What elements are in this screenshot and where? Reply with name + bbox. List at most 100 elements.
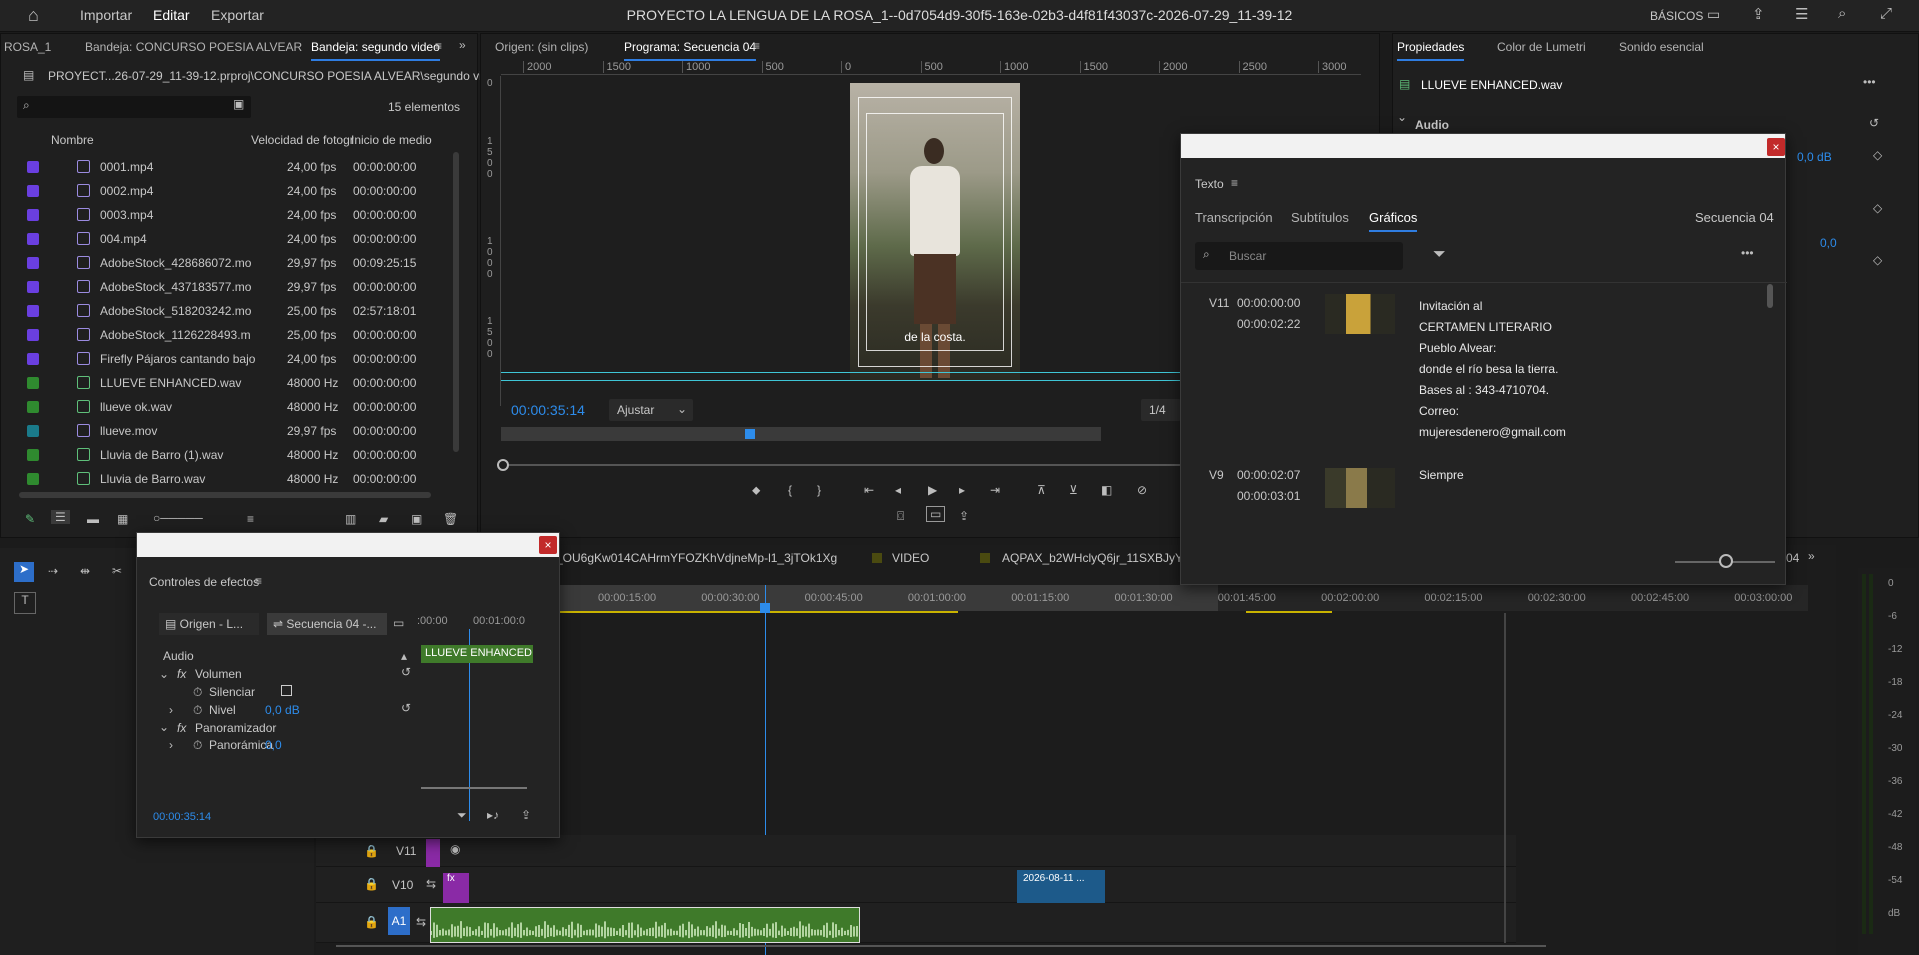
- playhead-timecode[interactable]: 00:00:35:14: [511, 402, 585, 418]
- props-db-value[interactable]: 0,0 dB: [1797, 150, 1832, 164]
- entry-thumbnail[interactable]: [1325, 294, 1395, 334]
- lock-icon[interactable]: 🔒: [364, 844, 379, 858]
- entry-thumbnail[interactable]: [1325, 468, 1395, 508]
- selection-tool-icon[interactable]: ➤: [14, 562, 34, 582]
- sync-icon[interactable]: ⇆: [426, 877, 436, 891]
- track-v10[interactable]: 🔒 V10 ⇆ ◉ fx 2026-08-11 ...: [316, 867, 1516, 904]
- stopwatch-icon[interactable]: ⏱: [193, 703, 202, 718]
- entry-text[interactable]: Siempre: [1419, 468, 1464, 482]
- camera-icon[interactable]: ⌼: [897, 509, 904, 524]
- sort-icon[interactable]: ≡: [247, 512, 254, 526]
- window-titlebar[interactable]: [137, 533, 559, 557]
- audio-clip[interactable]: [430, 907, 860, 943]
- label-swatch[interactable]: [27, 233, 39, 245]
- fit-select[interactable]: Ajustar ⌄: [609, 399, 693, 421]
- scrollbar[interactable]: [453, 152, 459, 452]
- extract-icon[interactable]: ⊻: [1069, 483, 1078, 497]
- tab-bin-concurso[interactable]: Bandeja: CONCURSO POESIA ALVEAR: [85, 40, 302, 54]
- panel-icon[interactable]: ▭: [1707, 6, 1720, 23]
- timeline-vscroll[interactable]: [1504, 613, 1506, 943]
- vr-icon[interactable]: ⊘: [1137, 483, 1147, 497]
- razor-icon[interactable]: ✂: [112, 564, 122, 578]
- list-item[interactable]: llueve.mov 29,97 fps 00:00:00:00: [17, 419, 457, 443]
- source-selector[interactable]: ▤ Origen - L...: [159, 613, 259, 635]
- tab-properties[interactable]: Propiedades: [1397, 40, 1465, 61]
- zoom-slider-icon[interactable]: ○─────: [153, 511, 203, 525]
- list-item[interactable]: AdobeStock_518203242.mo 25,00 fps 02:57:…: [17, 299, 457, 323]
- keyframe-icon[interactable]: ◇: [1873, 148, 1882, 162]
- marker-icon[interactable]: ⬥: [752, 483, 760, 498]
- project-search-input[interactable]: ⌕: [17, 96, 251, 118]
- col-name[interactable]: Nombre: [51, 133, 94, 147]
- text-scrollbar[interactable]: [1767, 284, 1773, 308]
- pencil-icon[interactable]: ✎: [25, 512, 35, 526]
- hscrollbar[interactable]: [19, 492, 431, 498]
- step-forward-icon[interactable]: ▸: [959, 483, 965, 497]
- resolution-select[interactable]: 1/4: [1141, 399, 1181, 421]
- list-view-icon[interactable]: ☰: [51, 510, 70, 524]
- label-swatch[interactable]: [27, 449, 39, 461]
- lift-icon[interactable]: ⊼: [1037, 483, 1046, 497]
- lock-icon[interactable]: 🔒: [364, 915, 379, 929]
- close-icon[interactable]: ×: [1767, 138, 1785, 156]
- text-search-input[interactable]: ⌕ Buscar: [1195, 242, 1403, 270]
- list-item[interactable]: 004.mp4 24,00 fps 00:00:00:00: [17, 227, 457, 251]
- go-to-out-icon[interactable]: ⇥: [990, 483, 1000, 497]
- filter-icon[interactable]: ⏷: [1433, 246, 1446, 264]
- label-swatch[interactable]: [27, 185, 39, 197]
- col-fps[interactable]: Velocidad de fotogr: [251, 133, 354, 147]
- more-icon[interactable]: •••: [1741, 246, 1754, 260]
- more-icon[interactable]: •••: [1863, 75, 1876, 89]
- freeform-view-icon[interactable]: ▦: [117, 512, 128, 526]
- label-swatch[interactable]: [27, 329, 39, 341]
- effects-timecode[interactable]: 00:00:35:14: [153, 811, 211, 823]
- toggle-timeline-icon[interactable]: ▭: [393, 616, 404, 630]
- label-swatch[interactable]: [27, 377, 39, 389]
- share-icon[interactable]: ⇪: [1752, 5, 1765, 23]
- a1-badge[interactable]: A1: [388, 907, 410, 935]
- window-titlebar[interactable]: [1181, 134, 1785, 158]
- track-select-icon[interactable]: ⇢: [48, 564, 58, 578]
- menu-icon[interactable]: ≡: [255, 574, 262, 588]
- sequence-selector[interactable]: ⇌ Secuencia 04 -...: [267, 613, 387, 635]
- safe-margins-icon[interactable]: ▭: [926, 506, 946, 522]
- pan-value[interactable]: 0,0: [265, 738, 282, 752]
- label-swatch[interactable]: [27, 425, 39, 437]
- mark-out-icon[interactable]: }: [817, 483, 821, 497]
- entry-in[interactable]: 00:00:00:00: [1237, 296, 1300, 310]
- list-item[interactable]: AdobeStock_428686072.mo 29,97 fps 00:09:…: [17, 251, 457, 275]
- list-item[interactable]: 0003.mp4 24,00 fps 00:00:00:00: [17, 203, 457, 227]
- fullscreen-icon[interactable]: ⤢: [1880, 5, 1892, 22]
- label-swatch[interactable]: [27, 305, 39, 317]
- caption-text[interactable]: de la costa.: [850, 330, 1020, 344]
- video-frame[interactable]: de la costa.: [850, 83, 1020, 380]
- export-frame-icon[interactable]: ⇪: [959, 509, 969, 523]
- timeline-ruler[interactable]: 00:00:15:00 00:00:30:00 00:00:45:00 00:01:0…: [558, 585, 1808, 611]
- expand-icon[interactable]: »: [459, 38, 466, 52]
- graphic-clip[interactable]: fx: [443, 873, 469, 903]
- reset-icon[interactable]: ↺: [401, 665, 411, 679]
- automate-icon[interactable]: ▥: [345, 512, 356, 526]
- label-swatch[interactable]: [27, 257, 39, 269]
- entry-in[interactable]: 00:00:02:07: [1237, 468, 1300, 482]
- chevron-down-icon[interactable]: ⌄: [159, 667, 169, 681]
- label-swatch[interactable]: [27, 281, 39, 293]
- chevron-right-icon[interactable]: ›: [169, 738, 173, 752]
- step-back-icon[interactable]: ◂: [895, 483, 901, 497]
- playhead-cap[interactable]: [760, 603, 770, 613]
- list-item[interactable]: 0001.mp4 24,00 fps 00:00:00:00: [17, 155, 457, 179]
- expand-icon[interactable]: »: [1808, 549, 1815, 563]
- label-swatch[interactable]: [27, 161, 39, 173]
- chevron-down-icon[interactable]: ⌄: [159, 720, 169, 734]
- reset-icon[interactable]: ↺: [401, 701, 411, 715]
- tab-bin-segundo[interactable]: Bandeja: segundo video: [311, 40, 440, 61]
- mini-timeline[interactable]: [501, 427, 1101, 441]
- entry-text[interactable]: Invitación al CERTAMEN LITERARIO Pueblo …: [1419, 296, 1566, 443]
- entry-out[interactable]: 00:00:02:22: [1237, 317, 1300, 331]
- tab-essential-sound[interactable]: Sonido esencial: [1619, 40, 1704, 54]
- filter-icon[interactable]: ⏷: [457, 808, 467, 823]
- list-item[interactable]: Firefly Pájaros cantando bajo 24,00 fps …: [17, 347, 457, 371]
- entry-out[interactable]: 00:00:03:01: [1237, 489, 1300, 503]
- tab-transcription[interactable]: Transcripción: [1195, 210, 1273, 225]
- tab-lumetri[interactable]: Color de Lumetri: [1497, 40, 1586, 54]
